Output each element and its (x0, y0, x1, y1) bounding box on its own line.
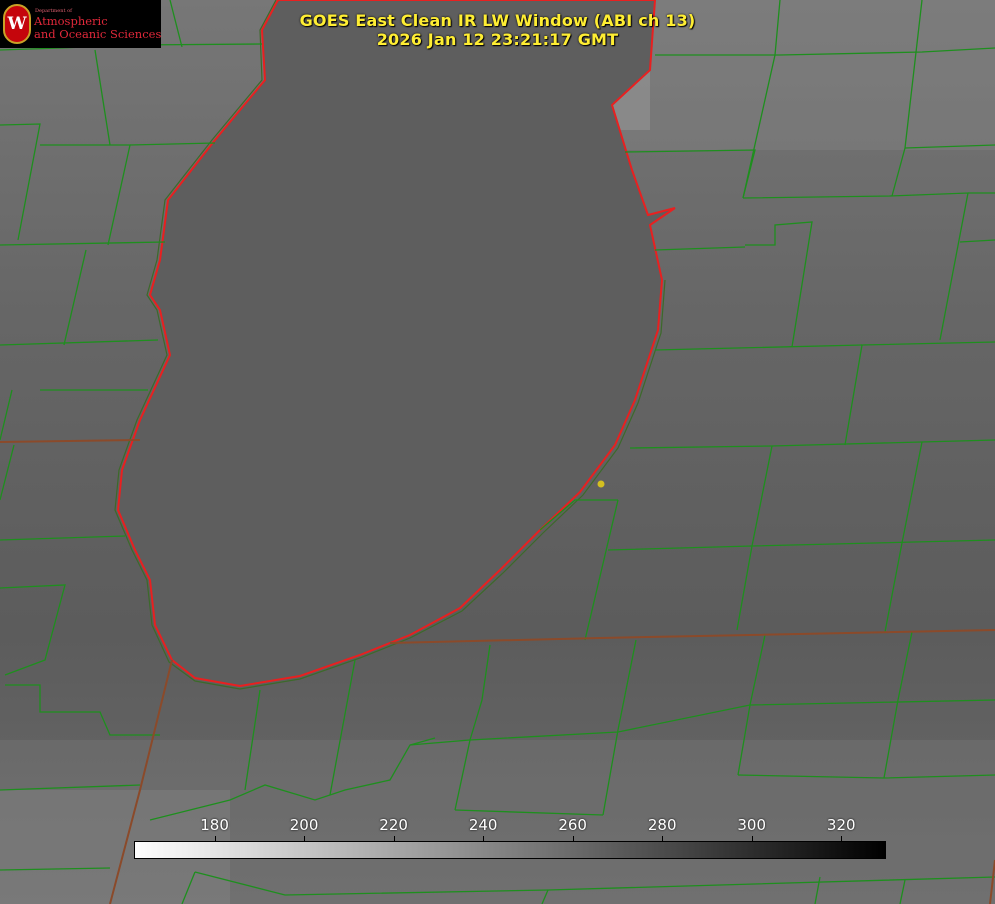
colorbar-tick-label: 240 (468, 816, 498, 834)
logo-line-2: and Oceanic Sciences (34, 27, 162, 41)
colorbar-tick-label: 280 (647, 816, 677, 834)
colorbar-tick-mark (841, 836, 843, 841)
colorbar (134, 841, 886, 859)
colorbar-tick-mark (214, 836, 216, 841)
colorbar-tick-mark (662, 836, 664, 841)
colorbar-tick-mark (751, 836, 753, 841)
university-seal-icon: W (3, 4, 31, 44)
colorbar-tick-mark (572, 836, 574, 841)
satellite-map (0, 0, 995, 904)
station-marker (597, 480, 605, 488)
colorbar-tick-label: 200 (289, 816, 319, 834)
colorbar-tick-label: 180 (200, 816, 229, 834)
colorbar-tick-label: 220 (379, 816, 408, 834)
colorbar-tick-mark (483, 836, 485, 841)
colorbar-tick-label: 260 (558, 816, 587, 834)
colorbar-tick-label: 300 (737, 816, 767, 834)
institution-logo: W Department of Atmospheric and Oceanic … (0, 0, 161, 48)
colorbar-tick-mark (393, 836, 395, 841)
colorbar-tick-mark (304, 836, 306, 841)
colorbar-tick-label: 320 (826, 816, 856, 834)
logo-line-1: Atmospheric (34, 14, 108, 28)
